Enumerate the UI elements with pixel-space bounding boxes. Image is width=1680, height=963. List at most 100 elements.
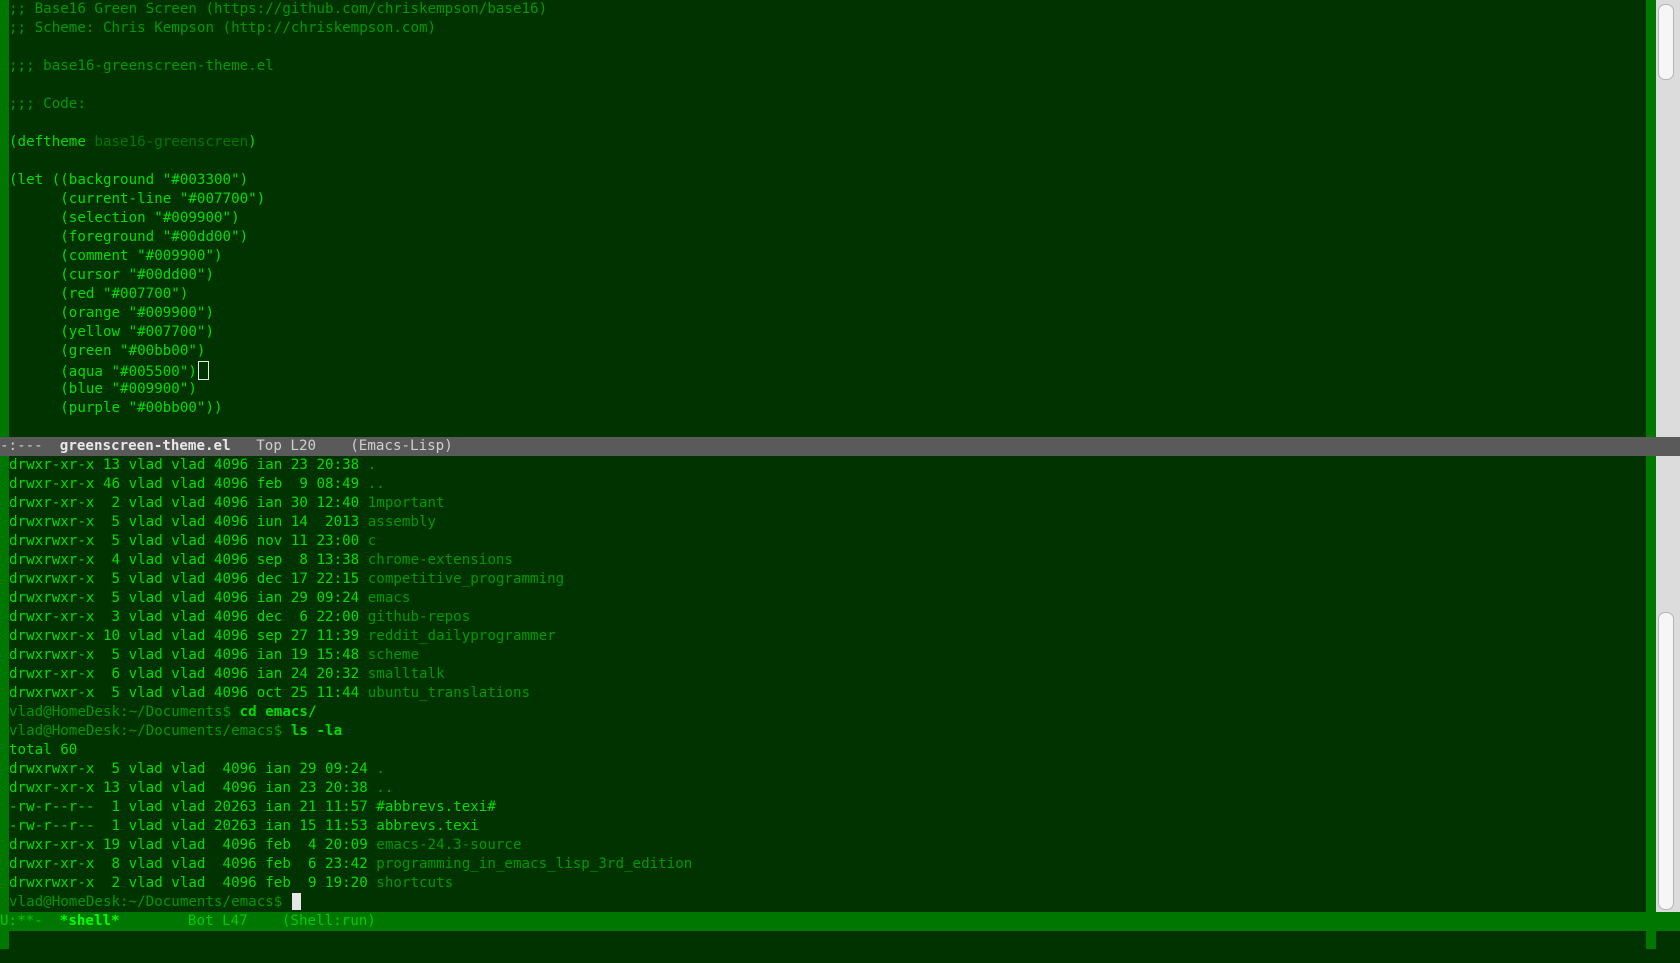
code-line-text: ;; Scheme: Chris Kempson (http://chriske… (9, 20, 437, 36)
code-line[interactable]: (let ((background "#003300") (9, 171, 1646, 190)
mode-line-major-mode[interactable]: (Emacs-Lisp) (350, 438, 453, 454)
code-line-text: (orange "#009900") (9, 305, 214, 321)
shell-output-line[interactable]: drwxr-xr-x 13 vlad vlad 4096 ian 23 20:3… (9, 779, 1646, 798)
shell-output-line[interactable]: drwxr-xr-x 19 vlad vlad 4096 feb 4 20:09… (9, 836, 1646, 855)
shell-output-line[interactable]: total 60 (9, 741, 1646, 760)
code-line[interactable]: (comment "#009900") (9, 247, 1646, 266)
shell-output-line-text: scheme (367, 647, 419, 663)
shell-window[interactable]: drwxr-xr-x 13 vlad vlad 4096 ian 23 20:3… (9, 456, 1646, 912)
shell-output-line-text: drwxrwxr-x 5 vlad vlad 4096 dec 17 22:15 (9, 571, 368, 587)
code-line[interactable] (9, 152, 1646, 171)
code-line[interactable]: (aqua "#005500") (9, 361, 1646, 380)
shell-output-line-text: drwxr-xr-x 13 vlad vlad 4096 ian 23 20:3… (9, 457, 368, 473)
code-line[interactable]: (cursor "#00dd00") (9, 266, 1646, 285)
shell-output-line-text: -rw-r--r-- 1 vlad vlad 20263 ian 15 11:5… (9, 818, 377, 834)
code-line[interactable]: (selection "#009900") (9, 209, 1646, 228)
shell-output-line-text: . (367, 457, 377, 473)
shell-output-line-text: drwxrwxr-x 10 vlad vlad 4096 sep 27 11:3… (9, 628, 368, 644)
shell-output-line-text: c (367, 533, 377, 549)
shell-scrollbar-thumb[interactable] (1658, 612, 1674, 910)
shell-output-line-text: drwxrwxr-x 5 vlad vlad 4096 ian 29 09:24 (9, 590, 368, 606)
shell-output-line[interactable]: drwxrwxr-x 5 vlad vlad 4096 ian 29 09:24… (9, 589, 1646, 608)
shell-output-line-text: emacs (367, 590, 411, 606)
echo-area[interactable] (9, 931, 1646, 949)
code-line[interactable]: (yellow "#007700") (9, 323, 1646, 342)
code-line[interactable]: ;;; base16-greenscreen-theme.el (9, 57, 1646, 76)
shell-output-line-text: drwxrwxr-x 5 vlad vlad 4096 ian 19 15:48 (9, 647, 368, 663)
code-line[interactable] (9, 38, 1646, 57)
editor-window[interactable]: ;; Base16 Green Screen (https://github.c… (9, 0, 1646, 437)
shell-output-line[interactable]: drwxr-xr-x 13 vlad vlad 4096 ian 23 20:3… (9, 456, 1646, 475)
code-line-text: (aqua "#005500") (9, 364, 197, 380)
code-line-text: (cursor "#00dd00") (9, 267, 214, 283)
shell-output-line-text: shortcuts (376, 875, 454, 891)
shell-output-line[interactable]: vlad@HomeDesk:~/Documents/emacs$ (9, 893, 1646, 912)
code-line[interactable]: (orange "#009900") (9, 304, 1646, 323)
code-line-text: base16-greenscreen (94, 134, 249, 150)
mode-line-status: U:**- (0, 913, 60, 929)
mode-line-position: Top L20 (230, 438, 351, 454)
mode-line-status: -:--- (0, 438, 60, 454)
code-line-text: (comment "#009900") (9, 248, 223, 264)
shell-output-line[interactable]: -rw-r--r-- 1 vlad vlad 20263 ian 21 11:5… (9, 798, 1646, 817)
shell-mode-line[interactable]: U:**- *shell* Bot L47 (Shell:run) (0, 912, 1680, 931)
shell-output-line-text: drwxr-xr-x 8 vlad vlad 4096 feb 6 23:42 (9, 856, 377, 872)
code-line[interactable]: ;; Base16 Green Screen (https://github.c… (9, 0, 1646, 19)
shell-output-line-text: abbrevs.texi (376, 818, 479, 834)
shell-output-line[interactable]: drwxrwxr-x 5 vlad vlad 4096 iun 14 2013 … (9, 513, 1646, 532)
mode-line-position: Bot L47 (119, 913, 282, 929)
shell-output-line[interactable]: drwxr-xr-x 3 vlad vlad 4096 dec 6 22:00 … (9, 608, 1646, 627)
shell-output-line[interactable]: vlad@HomeDesk:~/Documents$ cd emacs/ (9, 703, 1646, 722)
shell-output-line[interactable]: drwxrwxr-x 5 vlad vlad 4096 dec 17 22:15… (9, 570, 1646, 589)
editor-scrollbar-thumb[interactable] (1658, 4, 1674, 80)
shell-output-line-text: reddit_dailyprogrammer (367, 628, 556, 644)
shell-output-line-text: assembly (367, 514, 437, 530)
shell-output-line-text: 1mportant (367, 495, 445, 511)
frame-bottom-edge (0, 949, 1680, 963)
code-line[interactable] (9, 114, 1646, 133)
code-line[interactable]: ;;; Code: (9, 95, 1646, 114)
code-line[interactable]: ;; Scheme: Chris Kempson (http://chriske… (9, 19, 1646, 38)
shell-output-line[interactable]: drwxrwxr-x 5 vlad vlad 4096 ian 19 15:48… (9, 646, 1646, 665)
shell-output-line-text: drwxr-xr-x 19 vlad vlad 4096 feb 4 20:09 (9, 837, 377, 853)
code-line[interactable]: (current-line "#007700") (9, 190, 1646, 209)
left-fringe (0, 0, 9, 949)
shell-output-line-text: drwxr-xr-x 6 vlad vlad 4096 ian 24 20:32 (9, 666, 368, 682)
shell-output-line-text: .. (376, 780, 394, 796)
shell-output-line-text: drwxrwxr-x 5 vlad vlad 4096 oct 25 11:44 (9, 685, 368, 701)
shell-output-line-text: -rw-r--r-- 1 vlad vlad 20263 ian 21 11:5… (9, 799, 377, 815)
code-line[interactable]: (foreground "#00dd00") (9, 228, 1646, 247)
shell-output-line[interactable]: drwxrwxr-x 4 vlad vlad 4096 sep 8 13:38 … (9, 551, 1646, 570)
shell-output-line[interactable]: drwxr-xr-x 8 vlad vlad 4096 feb 6 23:42 … (9, 855, 1646, 874)
code-line[interactable] (9, 76, 1646, 95)
code-line[interactable]: (green "#00bb00") (9, 342, 1646, 361)
mode-line-buffer-name[interactable]: *shell* (60, 913, 120, 929)
code-line[interactable]: (purple "#00bb00")) (9, 399, 1646, 418)
shell-output-line-text: total 60 (9, 742, 78, 758)
shell-output-line[interactable]: drwxrwxr-x 5 vlad vlad 4096 ian 29 09:24… (9, 760, 1646, 779)
code-line[interactable]: (blue "#009900") (9, 380, 1646, 399)
shell-output-line[interactable]: drwxrwxr-x 10 vlad vlad 4096 sep 27 11:3… (9, 627, 1646, 646)
shell-output-line-text: .. (367, 476, 385, 492)
shell-output-line-text: drwxrwxr-x 4 vlad vlad 4096 sep 8 13:38 (9, 552, 368, 568)
code-line-text: (current-line "#007700") (9, 191, 266, 207)
shell-output-line[interactable]: drwxr-xr-x 2 vlad vlad 4096 ian 30 12:40… (9, 494, 1646, 513)
shell-output-line-text: #abbrevs.texi# (376, 799, 496, 815)
mode-line-buffer-name[interactable]: greenscreen-theme.el (60, 438, 231, 454)
editor-mode-line[interactable]: -:--- greenscreen-theme.el Top L20 (Emac… (0, 437, 1680, 456)
shell-output-line-text: drwxr-xr-x 46 vlad vlad 4096 feb 9 08:49 (9, 476, 368, 492)
shell-output-line[interactable]: -rw-r--r-- 1 vlad vlad 20263 ian 15 11:5… (9, 817, 1646, 836)
shell-output-line[interactable]: drwxrwxr-x 5 vlad vlad 4096 nov 11 23:00… (9, 532, 1646, 551)
shell-output-line[interactable]: drwxrwxr-x 2 vlad vlad 4096 feb 9 19:20 … (9, 874, 1646, 893)
code-line[interactable]: (deftheme base16-greenscreen) (9, 133, 1646, 152)
code-line-text: (green "#00bb00") (9, 343, 206, 359)
code-line-text: ;; Base16 Green Screen (https://github.c… (9, 1, 548, 17)
mode-line-major-mode[interactable]: (Shell:run) (282, 913, 376, 929)
shell-output-line-text: drwxr-xr-x 13 vlad vlad 4096 ian 23 20:3… (9, 780, 377, 796)
shell-output-line[interactable]: drwxrwxr-x 5 vlad vlad 4096 oct 25 11:44… (9, 684, 1646, 703)
code-line[interactable]: (red "#007700") (9, 285, 1646, 304)
shell-output-line[interactable]: drwxr-xr-x 46 vlad vlad 4096 feb 9 08:49… (9, 475, 1646, 494)
shell-output-line[interactable]: drwxr-xr-x 6 vlad vlad 4096 ian 24 20:32… (9, 665, 1646, 684)
shell-output-line-text: . (376, 761, 385, 777)
shell-output-line[interactable]: vlad@HomeDesk:~/Documents/emacs$ ls -la (9, 722, 1646, 741)
